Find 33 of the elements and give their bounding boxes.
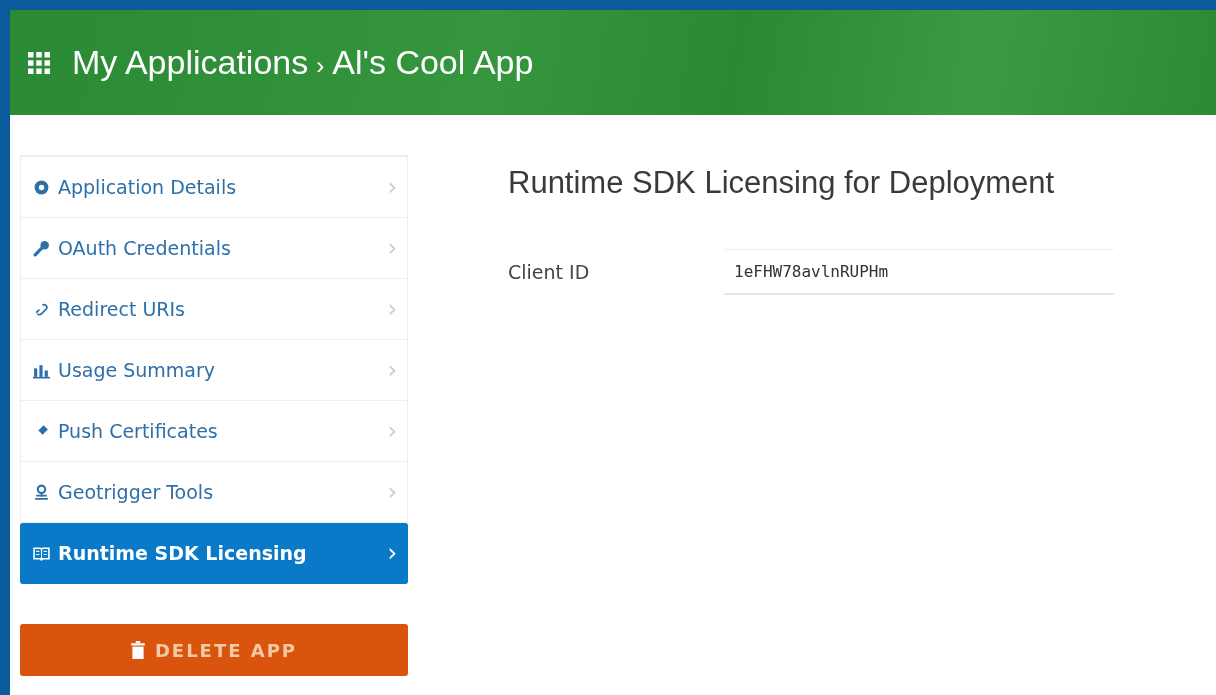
book-icon bbox=[33, 544, 50, 562]
sidebar-item[interactable]: Geotrigger Tools › bbox=[20, 462, 408, 523]
chevron-icon: › bbox=[387, 356, 397, 384]
trash-icon bbox=[130, 641, 145, 659]
map-pin-icon bbox=[33, 483, 50, 501]
chevron-icon: › bbox=[387, 234, 397, 262]
sidebar-item[interactable]: Usage Summary › bbox=[20, 340, 408, 401]
sidebar-item-label: Redirect URIs bbox=[58, 298, 186, 320]
page-title: Runtime SDK Licensing for Deployment bbox=[508, 165, 1056, 201]
breadcrumb-separator: › bbox=[316, 52, 325, 80]
field-label: Client ID bbox=[508, 261, 591, 283]
sidebar-item-label: OAuth Credentials bbox=[58, 237, 232, 259]
gear-icon bbox=[33, 178, 50, 196]
sidebar-item[interactable]: Push Certificates › bbox=[20, 401, 408, 462]
sidebar-item[interactable]: Application Details › bbox=[20, 157, 408, 218]
sidebar-item[interactable]: OAuth Credentials › bbox=[20, 218, 408, 279]
chevron-icon: › bbox=[387, 173, 397, 201]
sidebar-item-label: Geotrigger Tools bbox=[58, 481, 215, 503]
sidebar-item-label: Application Details bbox=[58, 176, 238, 198]
breadcrumb-link[interactable]: My Applications bbox=[72, 43, 309, 82]
sidebar-item[interactable]: Redirect URIs › bbox=[20, 279, 408, 340]
app-grid-icon[interactable] bbox=[28, 51, 50, 74]
client-id-field[interactable]: 1eFHW78avlnRUPHm bbox=[724, 249, 1114, 295]
key-icon bbox=[33, 239, 50, 257]
sidebar-item[interactable]: Runtime SDK Licensing › bbox=[20, 523, 408, 584]
chevron-icon: › bbox=[387, 417, 397, 445]
sidebar-item-label: Usage Summary bbox=[58, 359, 217, 381]
sidebar-item-label: Push Certificates bbox=[58, 420, 219, 442]
chevron-icon: › bbox=[387, 295, 397, 323]
chevron-icon: › bbox=[387, 539, 397, 567]
chevron-icon: › bbox=[387, 478, 397, 506]
breadcrumb-current: Al's Cool App bbox=[332, 43, 534, 82]
sidebar-item-label: Runtime SDK Licensing bbox=[58, 542, 308, 564]
